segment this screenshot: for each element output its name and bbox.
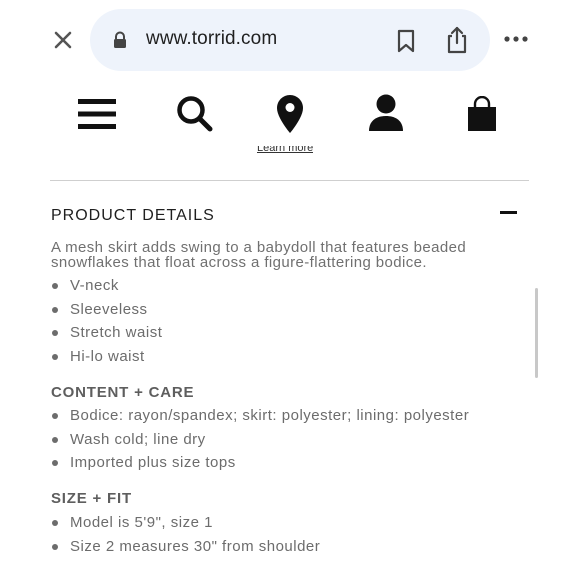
account-icon[interactable] bbox=[368, 94, 404, 132]
url-text[interactable]: www.torrid.com bbox=[146, 28, 277, 50]
search-icon[interactable] bbox=[175, 94, 215, 134]
size-fit-list: Model is 5'9", size 1 Size 2 measures 30… bbox=[51, 511, 320, 558]
list-item: Bodice: rayon/spandex; skirt: polyester;… bbox=[51, 404, 469, 428]
list-item: Model is 5'9", size 1 bbox=[51, 511, 320, 535]
bullet-icon bbox=[52, 330, 58, 336]
content-care-list: Bodice: rayon/spandex; skirt: polyester;… bbox=[51, 404, 469, 475]
size-fit-heading: SIZE + FIT bbox=[51, 490, 132, 507]
bullet-icon bbox=[52, 306, 58, 313]
list-item: Stretch waist bbox=[51, 321, 162, 345]
content-care-heading: CONTENT + CARE bbox=[51, 384, 195, 401]
list-item: V-neck bbox=[51, 274, 162, 298]
product-description: A mesh skirt adds swing to a babydoll th… bbox=[51, 239, 467, 271]
browser-toolbar: www.torrid.com bbox=[0, 0, 580, 82]
product-details-heading[interactable]: PRODUCT DETAILS bbox=[51, 207, 215, 225]
bullet-icon bbox=[52, 520, 58, 526]
feature-list: V-neck Sleeveless Stretch waist Hi-lo wa… bbox=[51, 274, 162, 368]
bullet-icon bbox=[52, 413, 58, 419]
lock-icon bbox=[112, 31, 128, 49]
bullet-icon bbox=[52, 543, 58, 550]
list-item: Sleeveless bbox=[51, 298, 162, 322]
shopping-bag-icon[interactable] bbox=[466, 95, 498, 132]
bullet-icon bbox=[52, 436, 58, 443]
close-icon[interactable] bbox=[50, 27, 76, 53]
scrollbar[interactable] bbox=[535, 288, 538, 378]
bullet-icon bbox=[52, 283, 58, 289]
share-icon[interactable] bbox=[444, 25, 470, 55]
list-item: Wash cold; line dry bbox=[51, 428, 469, 452]
list-item: Size 2 measures 30" from shoulder bbox=[51, 535, 320, 559]
site-nav bbox=[0, 82, 580, 152]
learn-more-link[interactable]: Learn more bbox=[257, 146, 313, 156]
location-pin-icon[interactable] bbox=[276, 94, 304, 134]
bookmark-icon[interactable] bbox=[394, 28, 418, 54]
list-item: Imported plus size tops bbox=[51, 451, 469, 475]
more-options-icon[interactable] bbox=[502, 31, 530, 47]
address-bar[interactable]: www.torrid.com bbox=[90, 9, 490, 71]
section-divider bbox=[50, 180, 529, 181]
collapse-minus-icon[interactable] bbox=[500, 211, 517, 214]
bullet-icon bbox=[52, 353, 58, 360]
hamburger-menu-icon[interactable] bbox=[78, 96, 116, 132]
bullet-icon bbox=[52, 460, 58, 466]
list-item: Hi-lo waist bbox=[51, 345, 162, 369]
